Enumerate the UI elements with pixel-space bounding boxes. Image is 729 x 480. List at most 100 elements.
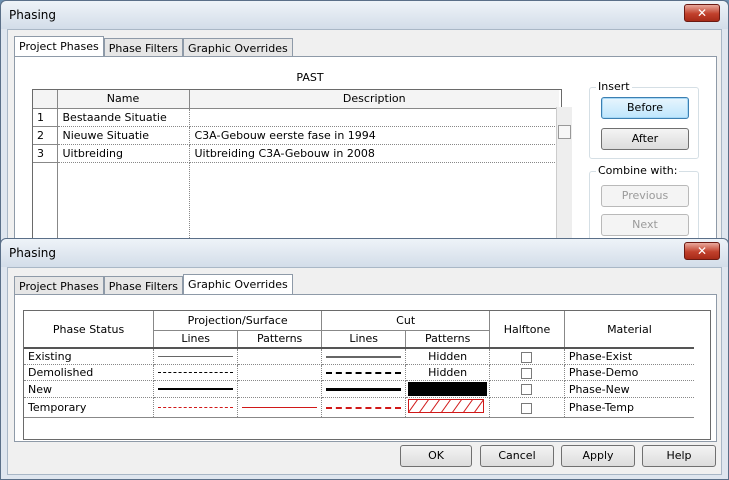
tab-phase-filters[interactable]: Phase Filters <box>103 276 184 294</box>
solid-fill-swatch <box>408 382 488 396</box>
tab-project-phases[interactable]: Project Phases <box>14 36 104 56</box>
vertical-scrollbar[interactable] <box>556 107 572 257</box>
phase-name[interactable]: Bestaande Situatie <box>57 108 190 127</box>
table-row[interactable]: 3 Uitbreiding Uitbreiding C3A-Gebouw in … <box>33 144 559 163</box>
table-row[interactable]: New Phase-New <box>24 380 694 398</box>
line-sample <box>158 356 234 357</box>
apply-button[interactable]: Apply <box>561 445 635 467</box>
combine-group-label: Combine with: <box>596 164 680 177</box>
table-row[interactable]: 2 Nieuwe Situatie C3A-Gebouw eerste fase… <box>33 126 559 145</box>
projection-lines-swatch[interactable] <box>153 380 239 398</box>
tab-graphic-overrides[interactable]: Graphic Overrides <box>183 274 293 294</box>
title-bar[interactable]: Phasing ✕ <box>1 239 728 267</box>
dialog-client: Project Phases Phase Filters Graphic Ove… <box>7 29 722 259</box>
column-header-material[interactable]: Material <box>564 311 694 349</box>
column-header-projection: Projection/Surface <box>153 311 323 331</box>
scroll-thumb[interactable] <box>558 125 571 139</box>
phase-description[interactable] <box>189 108 559 127</box>
projection-lines-swatch[interactable] <box>153 348 239 365</box>
row-number: 3 <box>33 144 58 163</box>
material-cell[interactable]: Phase-Temp <box>564 397 694 418</box>
column-header-phase-status[interactable]: Phase Status <box>24 311 155 349</box>
phase-name[interactable]: Nieuwe Situatie <box>57 126 190 145</box>
tab-panel: Phase Status Projection/Surface Cut Half… <box>14 294 717 442</box>
title-bar[interactable]: Phasing ✕ <box>1 1 728 29</box>
material-cell[interactable]: Phase-New <box>564 380 694 398</box>
column-header-projection-patterns[interactable]: Patterns <box>237 330 323 349</box>
cut-lines-swatch[interactable] <box>321 397 407 418</box>
before-button[interactable]: Before <box>601 97 689 119</box>
close-icon[interactable]: ✕ <box>684 4 720 22</box>
after-button[interactable]: After <box>601 128 689 150</box>
phase-name[interactable]: Uitbreiding <box>57 144 190 163</box>
cut-patterns-swatch[interactable] <box>405 397 491 418</box>
cut-patterns-swatch[interactable]: Hidden <box>405 364 491 381</box>
corner-cell <box>33 90 58 109</box>
previous-button[interactable]: Previous <box>601 185 689 207</box>
line-sample <box>326 387 402 391</box>
phase-status: Temporary <box>24 397 155 418</box>
halftone-checkbox[interactable] <box>521 402 533 414</box>
phasing-dialog-front: Phasing ✕ Project Phases Phase Filters G… <box>0 238 729 480</box>
cut-patterns-swatch[interactable] <box>405 380 491 398</box>
projection-lines-swatch[interactable] <box>153 397 239 418</box>
phases-grid: Name Description 1 Bestaande Situatie 2 … <box>32 89 562 259</box>
table-row[interactable]: Temporary Phase-Temp <box>24 397 694 418</box>
phase-description[interactable]: Uitbreiding C3A-Gebouw in 2008 <box>189 144 559 163</box>
diagonal-hatch-swatch <box>407 398 485 414</box>
halftone-checkbox[interactable] <box>521 351 533 363</box>
tab-strip: Project Phases Phase Filters Graphic Ove… <box>14 274 293 294</box>
row-number: 1 <box>33 108 58 127</box>
projection-patterns-swatch[interactable] <box>237 380 323 398</box>
tab-phase-filters[interactable]: Phase Filters <box>103 38 184 56</box>
halftone-checkbox-cell <box>489 348 565 365</box>
material-cell[interactable]: Phase-Demo <box>564 364 694 381</box>
phase-status: Existing <box>24 348 155 365</box>
column-header-projection-lines[interactable]: Lines <box>153 330 239 349</box>
direction-label: PAST <box>296 71 324 84</box>
tab-project-phases[interactable]: Project Phases <box>14 276 104 294</box>
projection-patterns-swatch[interactable] <box>237 397 323 418</box>
line-sample <box>326 371 402 374</box>
halftone-checkbox[interactable] <box>521 384 533 395</box>
ok-button[interactable]: OK <box>400 445 472 467</box>
column-header-cut-patterns[interactable]: Patterns <box>405 330 491 349</box>
table-row[interactable]: 1 Bestaande Situatie <box>33 108 559 127</box>
row-number: 2 <box>33 126 58 145</box>
line-sample <box>326 355 402 358</box>
tab-panel: PAST Name Description 1 Bestaande Situat… <box>14 56 717 259</box>
phase-status: New <box>24 380 155 398</box>
cut-lines-swatch[interactable] <box>321 380 407 398</box>
halftone-checkbox[interactable] <box>521 367 533 379</box>
overrides-grid: Phase Status Projection/Surface Cut Half… <box>23 310 711 440</box>
halftone-checkbox-cell <box>489 380 565 398</box>
projection-patterns-swatch[interactable] <box>237 364 323 381</box>
column-header-name[interactable]: Name <box>57 90 190 109</box>
halftone-checkbox-cell <box>489 364 565 381</box>
close-icon[interactable]: ✕ <box>684 242 720 260</box>
phase-status: Demolished <box>24 364 155 381</box>
phase-description[interactable]: C3A-Gebouw eerste fase in 1994 <box>189 126 559 145</box>
line-sample <box>242 407 318 408</box>
column-header-cut-lines[interactable]: Lines <box>321 330 407 349</box>
help-button[interactable]: Help <box>642 445 716 467</box>
tab-strip: Project Phases Phase Filters Graphic Ove… <box>14 36 293 56</box>
table-row[interactable]: Existing Hidden Phase-Exist <box>24 348 694 365</box>
cut-lines-swatch[interactable] <box>321 364 407 381</box>
cancel-button[interactable]: Cancel <box>480 445 554 467</box>
next-button[interactable]: Next <box>601 214 689 236</box>
cut-patterns-swatch[interactable]: Hidden <box>405 348 491 365</box>
column-header-description[interactable]: Description <box>189 90 559 109</box>
column-header-cut: Cut <box>321 311 491 331</box>
material-cell[interactable]: Phase-Exist <box>564 348 694 365</box>
halftone-checkbox-cell <box>489 397 565 418</box>
column-header-halftone[interactable]: Halftone <box>489 311 565 349</box>
projection-patterns-swatch[interactable] <box>237 348 323 365</box>
line-sample <box>158 372 234 373</box>
projection-lines-swatch[interactable] <box>153 364 239 381</box>
line-sample <box>158 407 234 408</box>
tab-graphic-overrides[interactable]: Graphic Overrides <box>183 38 293 56</box>
table-row[interactable]: Demolished Hidden Phase-Demo <box>24 364 694 381</box>
dialog-client: Project Phases Phase Filters Graphic Ove… <box>7 267 722 475</box>
cut-lines-swatch[interactable] <box>321 348 407 365</box>
